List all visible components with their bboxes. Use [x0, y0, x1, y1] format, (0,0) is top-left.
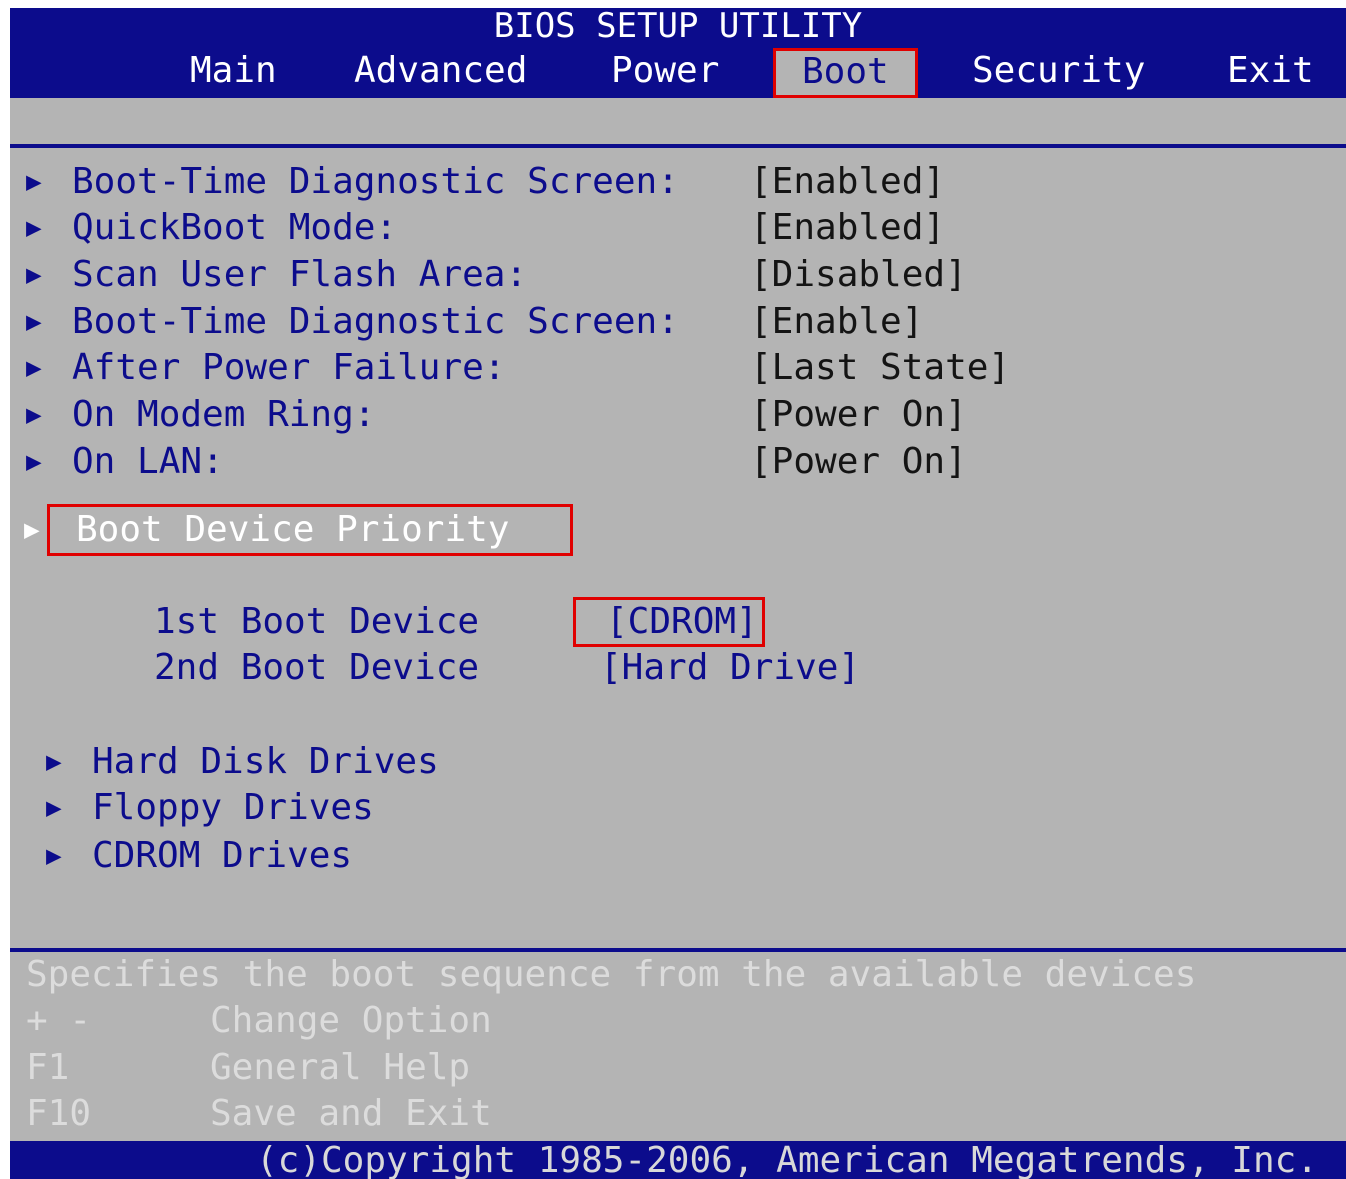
tab-main[interactable]: Main [190, 50, 277, 92]
submenu-arrow-icon: ▶ [26, 353, 42, 383]
setting-value[interactable]: [Power On] [750, 393, 967, 437]
setting-label: On LAN: [72, 441, 224, 482]
bios-screen: BIOS SETUP UTILITY Main Advanced Power B… [10, 8, 1346, 1179]
setting-value[interactable]: [Enable] [750, 300, 923, 344]
setting-row[interactable]: ▶ After Power Failure: [Last State] [10, 346, 1346, 390]
tab-power[interactable]: Power [611, 50, 719, 92]
setting-row[interactable]: ▶ Boot-Time Diagnostic Screen: [Enabled] [10, 160, 1346, 204]
tab-boot[interactable]: Boot [773, 48, 918, 98]
setting-label: On Modem Ring: [72, 394, 376, 435]
bios-header: BIOS SETUP UTILITY Main Advanced Power B… [10, 8, 1346, 98]
submenu-arrow-icon: ▶ [46, 841, 62, 871]
boot-device-priority-item[interactable]: Boot Device Priority [47, 504, 573, 556]
setting-label: Boot-Time Diagnostic Screen: [72, 301, 679, 342]
tab-exit[interactable]: Exit [1227, 50, 1314, 92]
boot-device-priority-label: Boot Device Priority [76, 509, 510, 550]
utility-title: BIOS SETUP UTILITY [493, 8, 863, 46]
submenu-arrow-icon: ▶ [26, 167, 42, 197]
submenu-floppy-drives[interactable]: ▶ Floppy Drives [10, 786, 710, 830]
help-key: + - [26, 1000, 92, 1041]
bios-footer: (c)Copyright 1985-2006, American Megatre… [10, 1141, 1346, 1179]
setting-value[interactable]: [Last State] [750, 346, 1010, 390]
submenu-arrow-icon: ▶ [26, 447, 42, 477]
setting-label: After Power Failure: [72, 347, 506, 388]
submenu-hard-disk-drives[interactable]: ▶ Hard Disk Drives [10, 740, 710, 784]
help-key: F10 [26, 1093, 92, 1134]
setting-row[interactable]: ▶ QuickBoot Mode: [Enabled] [10, 206, 1346, 250]
submenu-arrow-icon: ▶ [24, 515, 40, 545]
submenu-arrow-icon: ▶ [46, 747, 62, 777]
submenu-arrow-icon: ▶ [26, 213, 42, 243]
help-action: Change Option [210, 1000, 492, 1041]
submenu-arrow-icon: ▶ [26, 307, 42, 337]
submenu-arrow-icon: ▶ [26, 400, 42, 430]
setting-row[interactable]: ▶ Boot-Time Diagnostic Screen: [Enable] [10, 300, 1346, 344]
boot-device-value-1st[interactable]: [CDROM] [573, 597, 765, 647]
setting-value[interactable]: [Enabled] [750, 160, 945, 204]
help-description: Specifies the boot sequence from the ava… [26, 954, 1197, 995]
top-separator [10, 144, 1346, 148]
submenu-arrow-icon: ▶ [26, 260, 42, 290]
submenu-arrow-icon: ▶ [46, 793, 62, 823]
copyright-text: (c)Copyright 1985-2006, American Megatre… [255, 1140, 1318, 1179]
setting-row[interactable]: ▶ Scan User Flash Area: [Disabled] [10, 253, 1346, 297]
boot-device-value-2nd[interactable]: [Hard Drive] [600, 646, 860, 690]
tab-security[interactable]: Security [972, 50, 1145, 92]
boot-device-label-2nd: 2nd Boot Device [154, 647, 480, 688]
setting-label: QuickBoot Mode: [72, 207, 398, 248]
submenu-label: CDROM Drives [92, 835, 353, 876]
setting-value[interactable]: [Disabled] [750, 253, 967, 297]
submenu-label: Hard Disk Drives [92, 741, 439, 782]
tab-advanced[interactable]: Advanced [354, 50, 527, 92]
setting-row[interactable]: ▶ On Modem Ring: [Power On] [10, 393, 1346, 437]
help-action: General Help [210, 1047, 471, 1088]
setting-row[interactable]: ▶ On LAN: [Power On] [10, 440, 1346, 484]
help-key: F1 [26, 1047, 70, 1088]
submenu-label: Floppy Drives [92, 787, 374, 828]
submenu-cdrom-drives[interactable]: ▶ CDROM Drives [10, 834, 710, 878]
setting-label: Scan User Flash Area: [72, 254, 528, 295]
setting-value[interactable]: [Enabled] [750, 206, 945, 250]
setting-label: Boot-Time Diagnostic Screen: [72, 161, 679, 202]
setting-value[interactable]: [Power On] [750, 440, 967, 484]
boot-device-label-1st: 1st Boot Device [154, 601, 480, 642]
help-action: Save and Exit [210, 1093, 492, 1134]
